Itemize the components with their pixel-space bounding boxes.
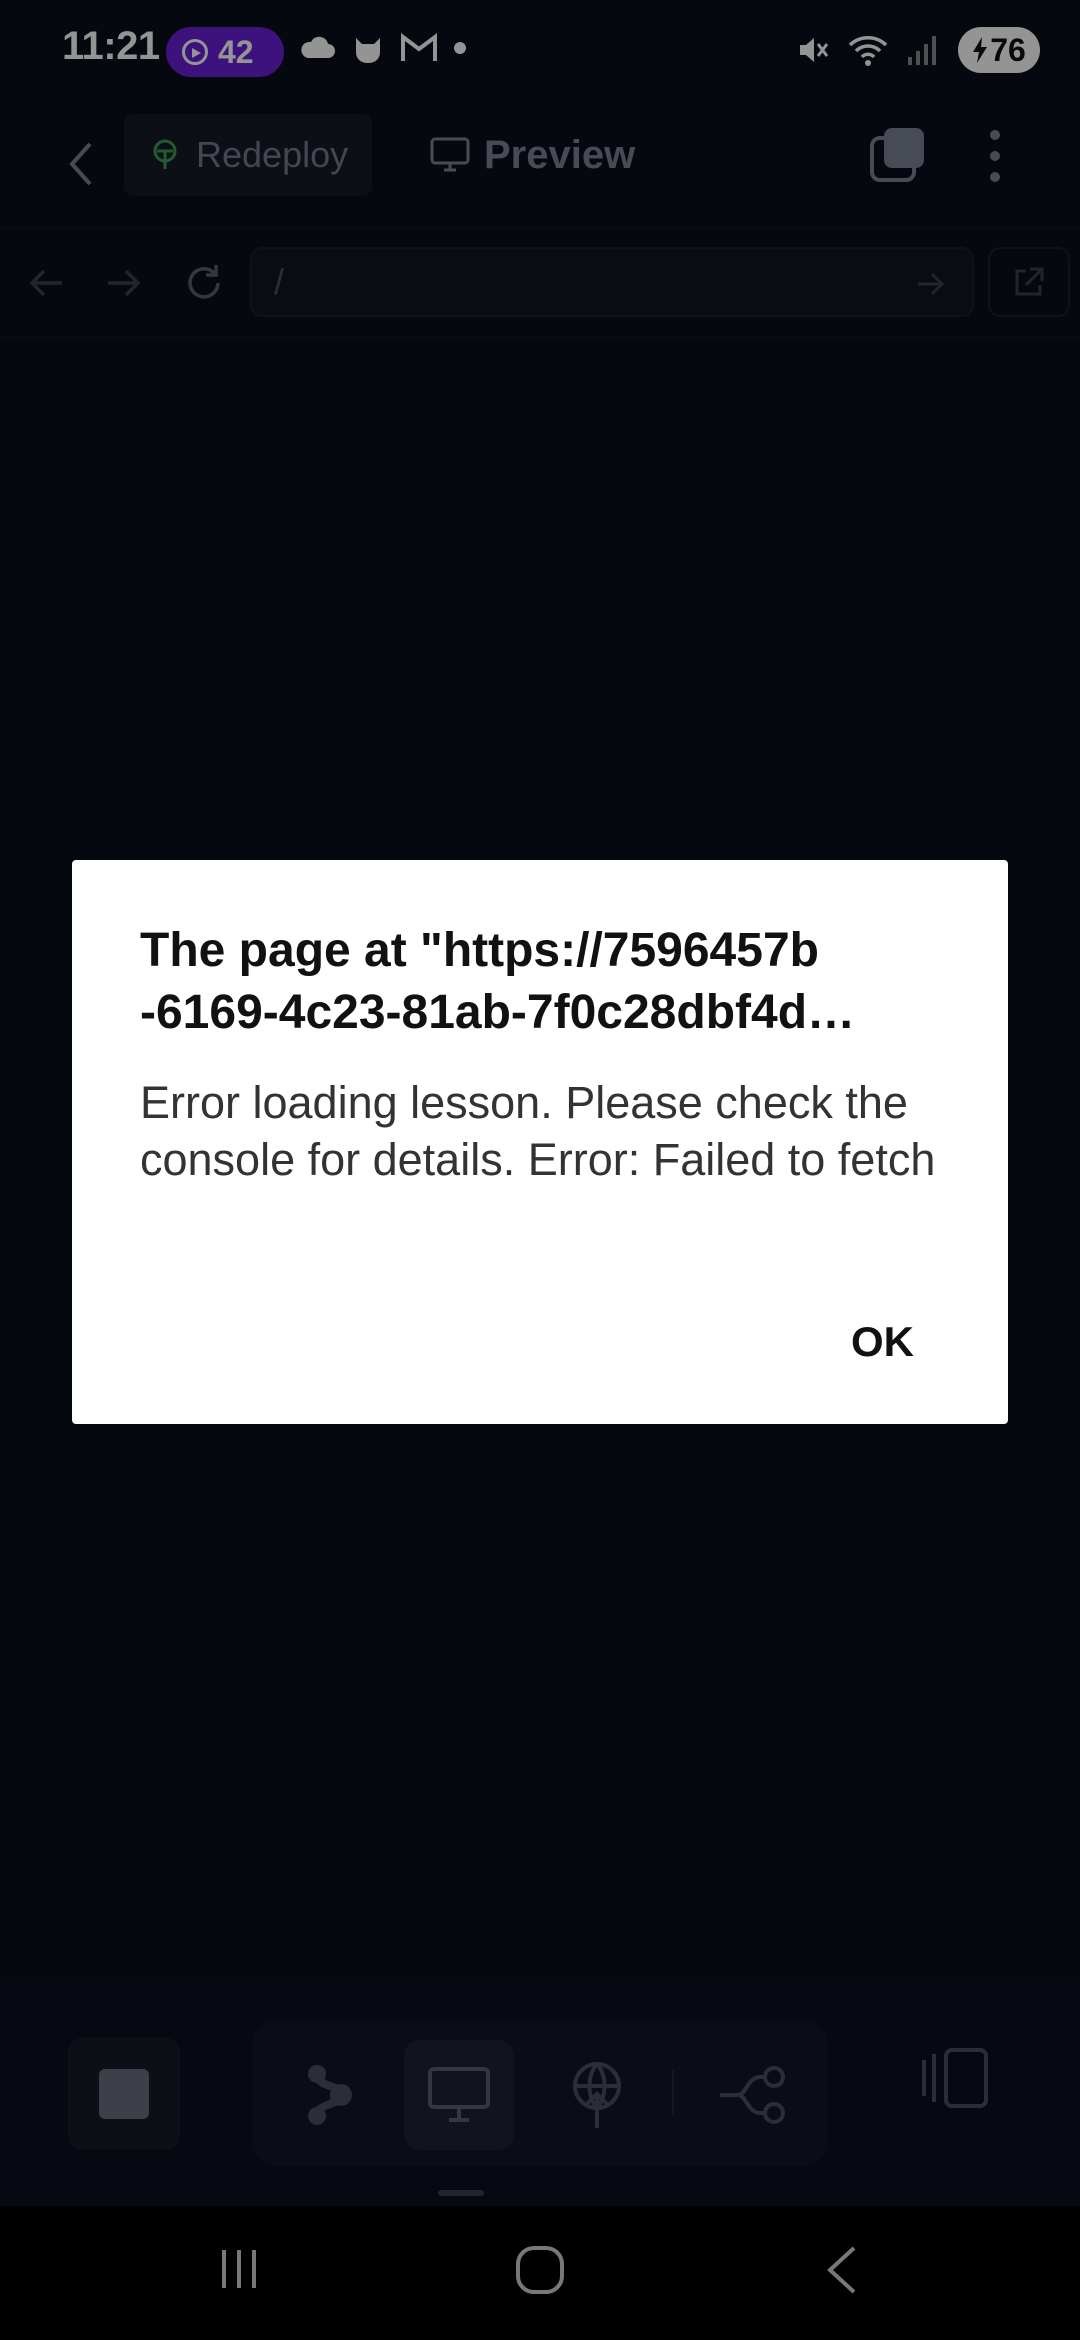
ok-button[interactable]: OK (851, 1318, 914, 1366)
dialog-message: Error loading lesson. Please check the c… (140, 1077, 936, 1185)
alert-dialog: The page at "https://7596457b -6169-4c23… (72, 860, 1008, 1424)
dialog-title-line1: The page at "https://7596457b (140, 924, 819, 977)
dialog-title-line2: -6169-4c23-81ab-7f0c28dbf4d… (140, 986, 856, 1039)
dialog-title: The page at "https://7596457b -6169-4c23… (140, 920, 940, 1044)
